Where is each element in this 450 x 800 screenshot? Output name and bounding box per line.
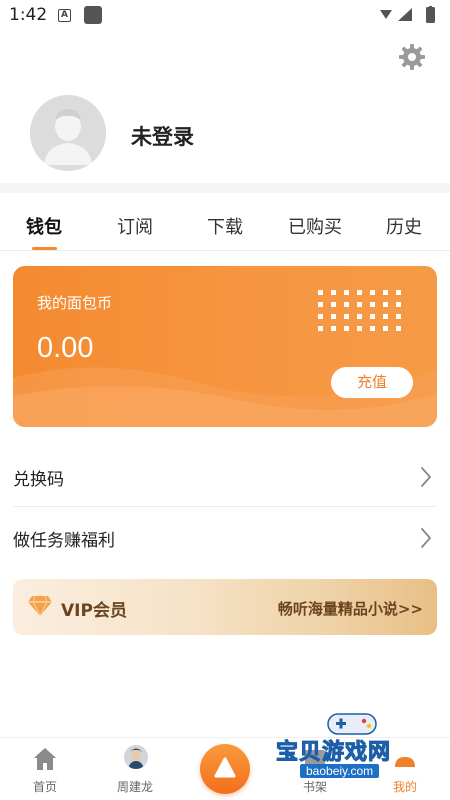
system-status-icons	[380, 6, 435, 23]
section-separator	[0, 183, 450, 193]
tab-history[interactable]: 历史	[386, 213, 422, 239]
nav-home[interactable]: 首页	[0, 738, 90, 800]
wallet-balance: 0.00	[37, 332, 94, 364]
user-avatar[interactable]	[30, 95, 106, 171]
active-tab-indicator	[32, 247, 57, 250]
redeem-code-label: 兑换码	[13, 470, 64, 490]
wallet-card: 我的面包币 0.00 充值	[13, 266, 437, 427]
dot-grid-icon	[318, 290, 401, 331]
recharge-button[interactable]: 充值	[331, 367, 413, 398]
play-center-button[interactable]	[200, 744, 250, 794]
battery-icon	[426, 7, 435, 23]
status-time: 1:42	[9, 5, 48, 25]
tab-subscriptions[interactable]: 订阅	[117, 213, 153, 239]
default-avatar-icon	[30, 95, 106, 171]
gamepad-logo-icon	[327, 713, 377, 735]
status-bar: 1:42 A	[0, 0, 450, 30]
home-icon	[34, 748, 56, 770]
vip-title: VIP会员	[61, 601, 127, 621]
bookshelf-icon	[305, 750, 325, 767]
wallet-title: 我的面包币	[37, 294, 113, 312]
library-tabs: 钱包 订阅 下载 已购买 历史	[0, 193, 450, 251]
settings-gear-icon[interactable]	[398, 43, 426, 71]
vip-banner[interactable]: VIP会员 畅听海量精品小说>>	[13, 579, 437, 635]
nav-profile[interactable]: 我的	[360, 738, 450, 800]
tasks-rewards-label: 做任务赚福利	[13, 531, 115, 551]
nav-profile-label: 我的	[392, 780, 417, 794]
notification-a-icon: A	[58, 9, 71, 22]
chevron-right-icon	[421, 467, 431, 487]
tab-downloads[interactable]: 下载	[207, 213, 243, 239]
nav-author[interactable]: 周建龙	[90, 738, 180, 800]
nav-bookshelf-label: 书架	[302, 780, 327, 794]
author-avatar	[124, 745, 148, 769]
redeem-code-row[interactable]: 兑换码	[0, 446, 450, 506]
login-status-text[interactable]: 未登录	[131, 121, 194, 151]
signal-icon	[398, 8, 412, 21]
tasks-rewards-row[interactable]: 做任务赚福利	[0, 507, 450, 567]
nav-author-label: 周建龙	[116, 780, 153, 794]
bottom-navigation: 首页 周建龙 书架 我的	[0, 737, 450, 800]
notification-square-icon	[84, 6, 102, 24]
profile-icon	[395, 757, 415, 767]
chevron-right-icon	[421, 528, 431, 548]
nav-home-label: 首页	[32, 780, 57, 794]
diamond-icon	[28, 595, 52, 617]
tab-purchased[interactable]: 已购买	[288, 213, 342, 239]
nav-bookshelf[interactable]: 书架	[270, 738, 360, 800]
play-center-icon	[214, 757, 236, 778]
tab-wallet[interactable]: 钱包	[26, 213, 62, 239]
wifi-icon	[380, 10, 392, 19]
vip-promo-link[interactable]: 畅听海量精品小说>>	[278, 598, 423, 619]
